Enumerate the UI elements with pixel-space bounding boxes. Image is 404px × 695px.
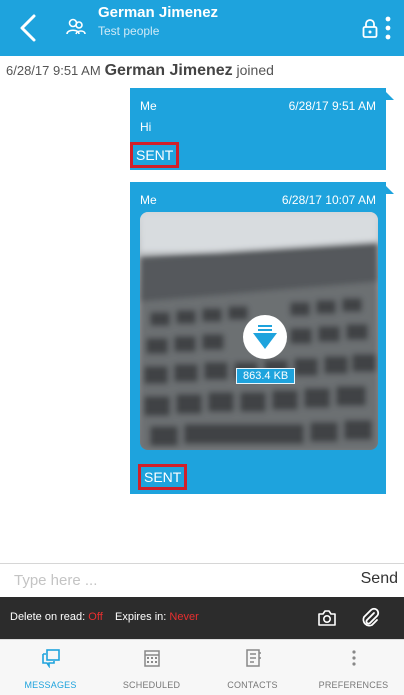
messages-icon [41,649,60,668]
tab-messages[interactable]: MESSAGES [0,640,101,695]
bubble-tail [384,184,394,194]
tab-contacts[interactable]: CONTACTS [202,640,303,695]
message-status: SENT [138,464,188,490]
message-composer: Send [0,563,404,595]
more-vertical-icon[interactable] [384,14,392,42]
tab-label: MESSAGES [24,680,77,690]
tab-preferences[interactable]: PREFERENCES [303,640,404,695]
back-button[interactable] [16,12,44,44]
message-text: Hi [140,120,152,134]
joined-event: 6/28/17 9:51 AM German Jimenez joined [6,62,274,80]
camera-icon[interactable] [317,609,337,627]
message-options: Delete on read: Off Expires in: Never [10,611,199,623]
tab-label: PREFERENCES [318,680,389,690]
contact-name[interactable]: German Jimenez [98,4,218,21]
expires-selector[interactable]: Never [169,611,198,623]
message-time: 6/28/17 10:07 AM [281,193,376,207]
tab-label: CONTACTS [227,680,278,690]
more-vertical-icon [351,650,356,666]
message-sender: Me [140,193,157,207]
message-bubble[interactable]: Me 6/28/17 10:07 AM 863.4 KB SENT [130,182,394,494]
chat-header: German Jimenez Test people [0,0,404,56]
contact-subtitle: Test people [98,24,160,38]
image-attachment[interactable]: 863.4 KB [140,212,378,450]
bottom-tab-bar: MESSAGES SCHEDULED CONTACTS PREFERENCES [0,639,404,695]
tab-label: SCHEDULED [122,680,181,690]
joined-timestamp: 6/28/17 9:51 AM [6,63,101,78]
contacts-icon [245,649,261,667]
message-sender: Me [140,99,157,113]
message-options-bar: Delete on read: Off Expires in: Never [0,597,404,639]
bubble-tail [384,90,394,100]
delete-on-read-label: Delete on read: [10,611,86,623]
message-bubble[interactable]: Me 6/28/17 9:51 AM Hi SENT [130,88,394,170]
message-status: SENT [130,142,180,168]
tab-scheduled[interactable]: SCHEDULED [101,640,202,695]
download-icon[interactable] [242,314,288,360]
lock-icon[interactable] [362,18,378,38]
joined-name: German Jimenez [104,62,233,79]
joined-suffix: joined [236,62,274,78]
file-size-label: 863.4 KB [236,368,296,384]
message-input[interactable] [14,570,314,590]
message-time: 6/28/17 9:51 AM [288,99,376,113]
expires-label: Expires in: [115,611,167,623]
send-button[interactable]: Send [361,570,398,588]
paperclip-icon[interactable] [360,607,380,629]
delete-on-read-toggle[interactable]: Off [88,611,102,623]
group-icon [65,16,87,38]
chevron-left-icon [20,14,36,42]
calendar-icon [143,650,160,667]
